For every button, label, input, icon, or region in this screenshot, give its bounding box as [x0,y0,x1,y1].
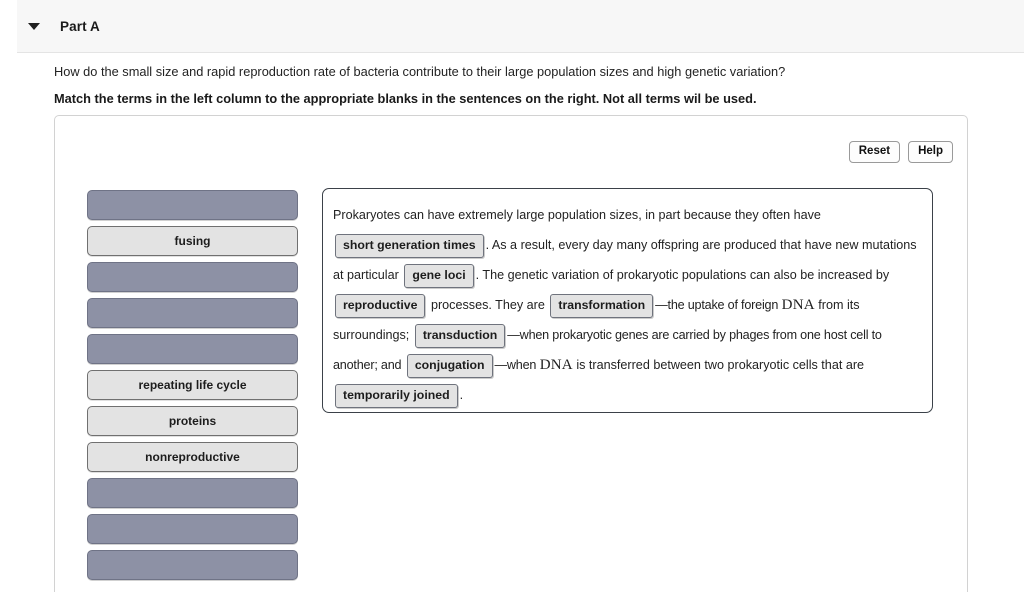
term-label: repeating life cycle [138,378,247,392]
term-bank: fusing repeating life cycle proteins non… [87,190,298,586]
sentence-fragment: . [459,388,464,402]
page-title: Part A [60,18,100,34]
reset-button[interactable]: Reset [848,141,901,163]
term-label: fusing [174,234,211,248]
term-slot[interactable] [87,334,298,364]
answer-blank-2[interactable]: gene loci [404,263,474,288]
answer-blank-5[interactable]: transduction [414,323,506,348]
term-label: nonreproductive [145,450,240,464]
sentence-fragment: —the uptake of foreign [655,298,779,312]
term-slot[interactable]: repeating life cycle [87,370,298,400]
sentence-panel: Prokaryotes can have extremely large pop… [322,188,933,413]
term-slot[interactable]: fusing [87,226,298,256]
question-instruction: Match the terms in the left column to th… [54,91,757,106]
sentence-fragment: is transferred between two prokaryotic c… [576,358,865,372]
term-slot[interactable] [87,514,298,544]
sentence-fragment: processes. They are [430,298,545,312]
chevron-down-icon[interactable] [28,22,40,30]
answer-blank-1[interactable]: short generation times [335,233,484,258]
toolbar: Reset Help [848,141,953,163]
sentence-fragment: —when [494,358,537,372]
term-slot[interactable] [87,190,298,220]
term-slot[interactable]: nonreproductive [87,442,298,472]
answer-blank-3[interactable]: reproductive [335,293,426,318]
part-header: Part A [17,0,1024,53]
dna-term: DNA [781,297,815,313]
activity-panel: Reset Help fusing repeating life cycle p… [54,115,968,592]
term-slot[interactable] [87,550,298,580]
dna-term: DNA [539,357,573,373]
answer-blank-6[interactable]: conjugation [406,353,493,378]
answer-blank-4[interactable]: transformation [550,293,654,318]
term-slot[interactable] [87,478,298,508]
term-label: proteins [168,414,217,428]
sentence-fragment: . The genetic variation of prokaryotic p… [475,268,890,282]
help-button[interactable]: Help [908,141,953,163]
answer-blank-7[interactable]: temporarily joined [335,383,458,408]
question-prompt: How do the small size and rapid reproduc… [54,64,786,79]
sentence-text: Prokaryotes can have extremely large pop… [333,200,918,410]
term-slot[interactable]: proteins [87,406,298,436]
sentence-fragment: Prokaryotes can have extremely large pop… [333,208,821,222]
term-slot[interactable] [87,262,298,292]
term-slot[interactable] [87,298,298,328]
